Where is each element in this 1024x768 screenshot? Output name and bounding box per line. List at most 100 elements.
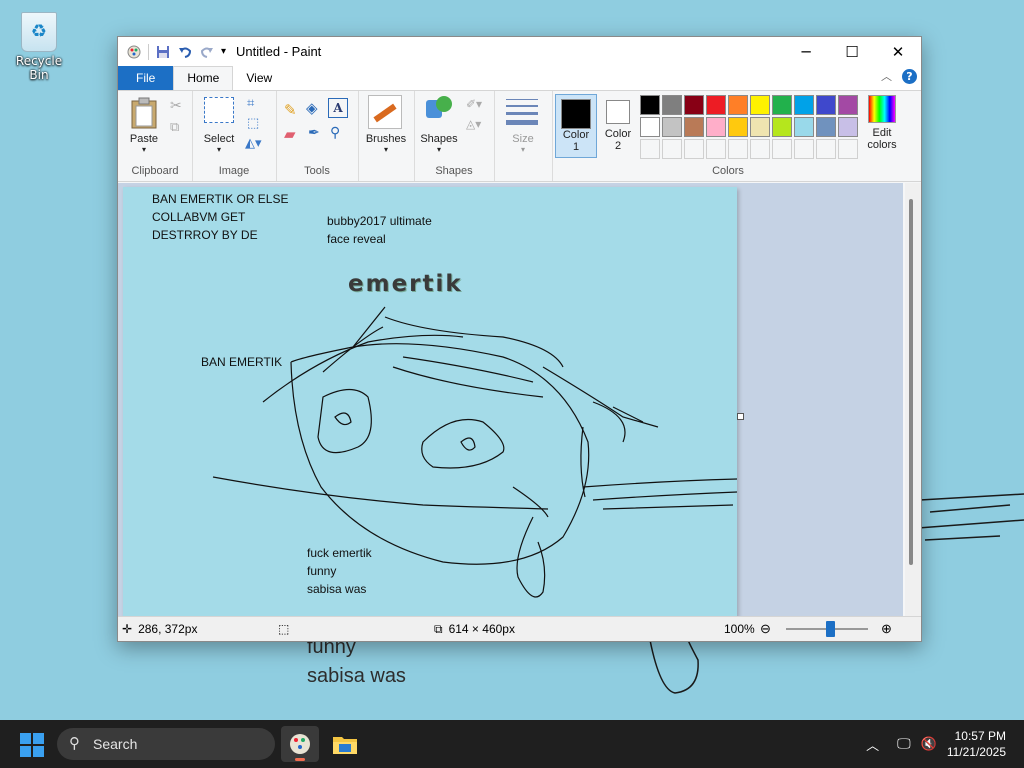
zoom-in-icon[interactable]: ⊕ <box>881 621 892 637</box>
redo-icon[interactable] <box>199 44 215 60</box>
custom-color-slot[interactable] <box>640 139 660 159</box>
fill-icon[interactable]: ◈ <box>306 99 318 117</box>
select-icon[interactable] <box>204 97 234 123</box>
paint-taskbar-icon <box>290 734 310 754</box>
paste-button[interactable]: Paste <box>122 133 166 145</box>
size-icon[interactable] <box>506 99 538 125</box>
minimize-button[interactable]: ─ <box>783 37 829 66</box>
taskbar-file-explorer[interactable] <box>326 726 364 762</box>
start-button[interactable] <box>20 733 44 757</box>
tab-file[interactable]: File <box>118 66 174 90</box>
zoom-out-icon[interactable]: ⊖ <box>760 621 771 637</box>
custom-color-slot[interactable] <box>662 139 682 159</box>
minimize-ribbon-icon[interactable]: ︿ <box>881 68 892 84</box>
text-icon[interactable]: A <box>328 98 348 118</box>
custom-color-slot[interactable] <box>816 139 836 159</box>
tab-view[interactable]: View <box>233 67 285 90</box>
color1-button[interactable]: Color 1 <box>555 94 597 158</box>
search-box[interactable]: ⚲ Search <box>57 728 275 760</box>
select-button[interactable]: Select <box>198 133 240 145</box>
rotate-icon[interactable]: ◭▾ <box>245 135 262 151</box>
copy-icon[interactable]: ⧉ <box>170 119 179 135</box>
clock[interactable]: 10:57 PM 11/21/2025 <box>947 728 1006 760</box>
show-hidden-icons-icon[interactable]: ︿ <box>866 735 879 754</box>
custom-color-slot[interactable] <box>706 139 726 159</box>
customize-quick-access-icon[interactable]: ▾ <box>221 46 226 57</box>
shapes-group: Shapes ▾ ✐▾ ◬▾ Shapes <box>414 91 495 181</box>
canvas-text-emertik: emertik <box>348 271 463 297</box>
palette-swatch[interactable] <box>640 117 660 137</box>
palette-swatch[interactable] <box>816 117 836 137</box>
palette-swatch[interactable] <box>816 95 836 115</box>
pencil-icon[interactable]: ✎ <box>284 101 297 119</box>
palette-swatch[interactable] <box>772 117 792 137</box>
eraser-icon[interactable]: ▰ <box>284 125 296 143</box>
resize-icon[interactable]: ⬚ <box>247 115 259 131</box>
fill-style-icon[interactable]: ◬▾ <box>466 117 481 131</box>
image-size-icon: ⧉ <box>434 621 443 636</box>
palette-swatch[interactable] <box>662 95 682 115</box>
volume-muted-icon[interactable]: 🔇 <box>921 737 937 752</box>
size-button[interactable]: Size <box>494 133 552 145</box>
close-button[interactable]: ✕ <box>875 37 921 66</box>
taskbar-paint[interactable] <box>281 726 319 762</box>
zoom-slider-thumb[interactable] <box>826 621 835 637</box>
palette-swatch[interactable] <box>750 117 770 137</box>
network-icon[interactable]: 🖵 <box>897 736 911 752</box>
palette-swatch[interactable] <box>640 95 660 115</box>
status-bar: ✛ 286, 372px ⬚ ⧉ 614 × 460px 100% ⊖ ⊕ <box>118 616 921 641</box>
palette-swatch[interactable] <box>728 95 748 115</box>
maximize-button[interactable]: ☐ <box>829 37 875 66</box>
magnifier-icon[interactable]: ⚲ <box>330 124 340 141</box>
select-dropdown-icon[interactable]: ▾ <box>198 145 240 154</box>
custom-color-slot[interactable] <box>750 139 770 159</box>
palette-swatch[interactable] <box>750 95 770 115</box>
shapes-button[interactable]: Shapes <box>416 133 462 145</box>
zoom-slider[interactable] <box>786 621 868 637</box>
help-icon[interactable]: ? <box>902 68 917 84</box>
paste-dropdown-icon[interactable]: ▾ <box>122 145 166 154</box>
shapes-dropdown-icon[interactable]: ▾ <box>416 145 462 154</box>
brushes-button[interactable]: Brushes <box>358 133 414 145</box>
scrollbar-thumb[interactable] <box>909 199 913 565</box>
custom-color-slot[interactable] <box>684 139 704 159</box>
custom-color-slot[interactable] <box>838 139 858 159</box>
palette-swatch[interactable] <box>706 95 726 115</box>
brushes-dropdown-icon[interactable]: ▾ <box>358 145 414 154</box>
palette-swatch[interactable] <box>772 95 792 115</box>
recycle-bin-icon: ♻ <box>21 12 57 52</box>
color-picker-icon[interactable]: ✒ <box>308 124 320 141</box>
size-dropdown-icon[interactable]: ▾ <box>494 145 552 154</box>
canvas-resize-handle[interactable] <box>737 413 744 420</box>
shapes-icon[interactable] <box>424 96 454 126</box>
recycle-bin[interactable]: ♻ Recycle Bin <box>6 8 72 82</box>
paste-icon[interactable] <box>130 97 158 129</box>
palette-swatch[interactable] <box>838 117 858 137</box>
palette-swatch[interactable] <box>794 117 814 137</box>
palette-swatch[interactable] <box>662 117 682 137</box>
brushes-icon[interactable] <box>368 95 402 129</box>
search-icon: ⚲ <box>69 734 80 752</box>
crop-icon[interactable]: ⌗ <box>247 95 254 111</box>
custom-color-slot[interactable] <box>772 139 792 159</box>
tab-home[interactable]: Home <box>173 66 234 90</box>
palette-swatch[interactable] <box>706 117 726 137</box>
canvas-text-bottom: fuck emertik funny sabisa was <box>307 546 372 596</box>
custom-color-slot[interactable] <box>794 139 814 159</box>
cut-icon[interactable]: ✂ <box>170 97 182 114</box>
drawing-canvas[interactable]: BAN EMERTIK OR ELSE COLLABVM GET DESTRRO… <box>123 187 737 617</box>
outline-icon[interactable]: ✐▾ <box>466 97 482 111</box>
custom-color-slot[interactable] <box>728 139 748 159</box>
palette-swatch[interactable] <box>728 117 748 137</box>
paint-app-icon <box>127 45 141 58</box>
color2-button[interactable]: Color 2 <box>598 94 638 156</box>
save-icon[interactable] <box>155 44 171 60</box>
palette-swatch[interactable] <box>684 117 704 137</box>
vertical-scrollbar[interactable] <box>905 183 921 617</box>
palette-swatch[interactable] <box>838 95 858 115</box>
palette-swatch[interactable] <box>794 95 814 115</box>
image-size: 614 × 460px <box>448 622 515 636</box>
undo-icon[interactable] <box>177 44 193 60</box>
edit-colors-button[interactable]: Edit colors <box>865 95 899 157</box>
palette-swatch[interactable] <box>684 95 704 115</box>
